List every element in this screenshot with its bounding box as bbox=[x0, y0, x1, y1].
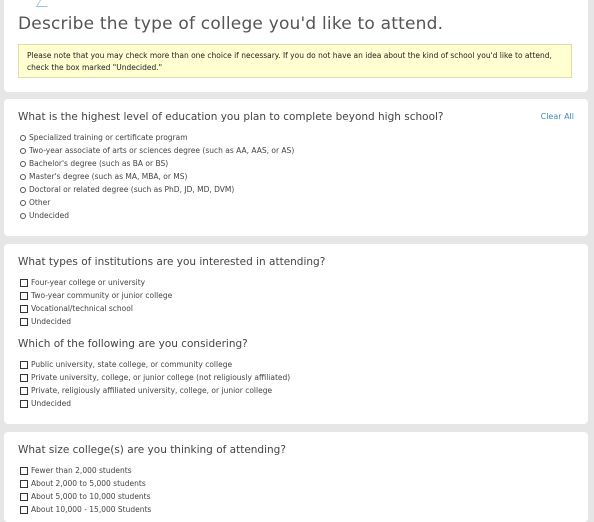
option-label: Private, religiously affiliated universi… bbox=[31, 386, 273, 395]
considering-options: Public university, state college, or com… bbox=[20, 358, 290, 410]
radio-button[interactable] bbox=[20, 212, 26, 219]
option-label: Master's degree (such as MA, MBA, or MS) bbox=[29, 172, 188, 181]
radio-option[interactable]: Other bbox=[20, 196, 294, 209]
radio-option[interactable]: Undecided bbox=[20, 209, 294, 222]
checkbox-option[interactable]: Two-year community or junior college bbox=[20, 289, 172, 302]
notice-box: Please note that you may check more than… bbox=[18, 44, 572, 78]
option-label: Undecided bbox=[29, 211, 69, 220]
checkbox-option[interactable]: Undecided bbox=[20, 397, 290, 410]
radio-button[interactable] bbox=[20, 173, 26, 180]
education-level-panel: What is the highest level of education y… bbox=[4, 99, 588, 236]
checkbox[interactable] bbox=[20, 466, 28, 475]
option-label: Two-year community or junior college bbox=[31, 291, 173, 300]
institution-types-options: Four-year college or university Two-year… bbox=[20, 276, 172, 328]
checkbox[interactable] bbox=[20, 278, 28, 287]
radio-option[interactable]: Master's degree (such as MA, MBA, or MS) bbox=[20, 170, 294, 183]
checkbox[interactable] bbox=[20, 479, 28, 488]
option-label: Undecided bbox=[31, 317, 71, 326]
option-label: Doctoral or related degree (such as PhD,… bbox=[29, 185, 235, 194]
option-label: About 5,000 to 10,000 students bbox=[31, 492, 151, 501]
checkbox-option[interactable]: Private university, college, or junior c… bbox=[20, 371, 290, 384]
checkbox[interactable] bbox=[20, 317, 28, 326]
checkbox[interactable] bbox=[20, 492, 28, 501]
option-label: Fewer than 2,000 students bbox=[31, 466, 132, 475]
checkbox-option[interactable]: About 5,000 to 10,000 students bbox=[20, 490, 151, 503]
radio-option[interactable]: Bachelor's degree (such as BA or BS) bbox=[20, 157, 294, 170]
checkbox[interactable] bbox=[20, 304, 28, 313]
institution-types-question: What types of institutions are you inter… bbox=[18, 256, 326, 268]
college-size-options: Fewer than 2,000 students About 2,000 to… bbox=[20, 464, 151, 516]
option-label: Private university, college, or junior c… bbox=[31, 373, 291, 382]
option-label: About 2,000 to 5,000 students bbox=[31, 479, 146, 488]
radio-button[interactable] bbox=[20, 186, 26, 193]
checkbox-option[interactable]: Private, religiously affiliated universi… bbox=[20, 384, 290, 397]
clear-all-link[interactable]: Clear All bbox=[541, 112, 574, 121]
considering-question: Which of the following are you consideri… bbox=[18, 338, 248, 350]
option-label: Two-year associate of arts or sciences d… bbox=[29, 146, 295, 155]
college-size-question: What size college(s) are you thinking of… bbox=[18, 444, 286, 456]
radio-option[interactable]: Doctoral or related degree (such as PhD,… bbox=[20, 183, 294, 196]
option-label: Bachelor's degree (such as BA or BS) bbox=[29, 159, 169, 168]
education-level-options: Specialized training or certificate prog… bbox=[20, 131, 294, 222]
corner-decoration bbox=[35, 0, 52, 7]
intro-panel: Describe the type of college you'd like … bbox=[4, 0, 588, 92]
checkbox[interactable] bbox=[20, 373, 28, 382]
college-size-panel: What size college(s) are you thinking of… bbox=[4, 432, 588, 522]
option-label: Other bbox=[29, 198, 51, 207]
radio-button[interactable] bbox=[20, 147, 26, 154]
education-level-question: What is the highest level of education y… bbox=[18, 111, 444, 123]
radio-button[interactable] bbox=[20, 199, 26, 206]
checkbox-option[interactable]: Fewer than 2,000 students bbox=[20, 464, 151, 477]
option-label: Four-year college or university bbox=[31, 278, 146, 287]
checkbox-option[interactable]: Four-year college or university bbox=[20, 276, 172, 289]
checkbox-option[interactable]: Public university, state college, or com… bbox=[20, 358, 290, 371]
checkbox[interactable] bbox=[20, 360, 28, 369]
checkbox[interactable] bbox=[20, 386, 28, 395]
radio-button[interactable] bbox=[20, 134, 26, 141]
checkbox[interactable] bbox=[20, 291, 28, 300]
radio-option[interactable]: Specialized training or certificate prog… bbox=[20, 131, 294, 144]
option-label: Undecided bbox=[31, 399, 71, 408]
option-label: Vocational/technical school bbox=[31, 304, 133, 313]
radio-button[interactable] bbox=[20, 160, 26, 167]
checkbox[interactable] bbox=[20, 399, 28, 408]
radio-option[interactable]: Two-year associate of arts or sciences d… bbox=[20, 144, 294, 157]
option-label: Specialized training or certificate prog… bbox=[29, 133, 188, 142]
checkbox-option[interactable]: Undecided bbox=[20, 315, 172, 328]
checkbox-option[interactable]: Vocational/technical school bbox=[20, 302, 172, 315]
checkbox-option[interactable]: About 2,000 to 5,000 students bbox=[20, 477, 151, 490]
institution-panel: What types of institutions are you inter… bbox=[4, 244, 588, 424]
page-title: Describe the type of college you'd like … bbox=[18, 14, 444, 34]
option-label: Public university, state college, or com… bbox=[31, 360, 233, 369]
